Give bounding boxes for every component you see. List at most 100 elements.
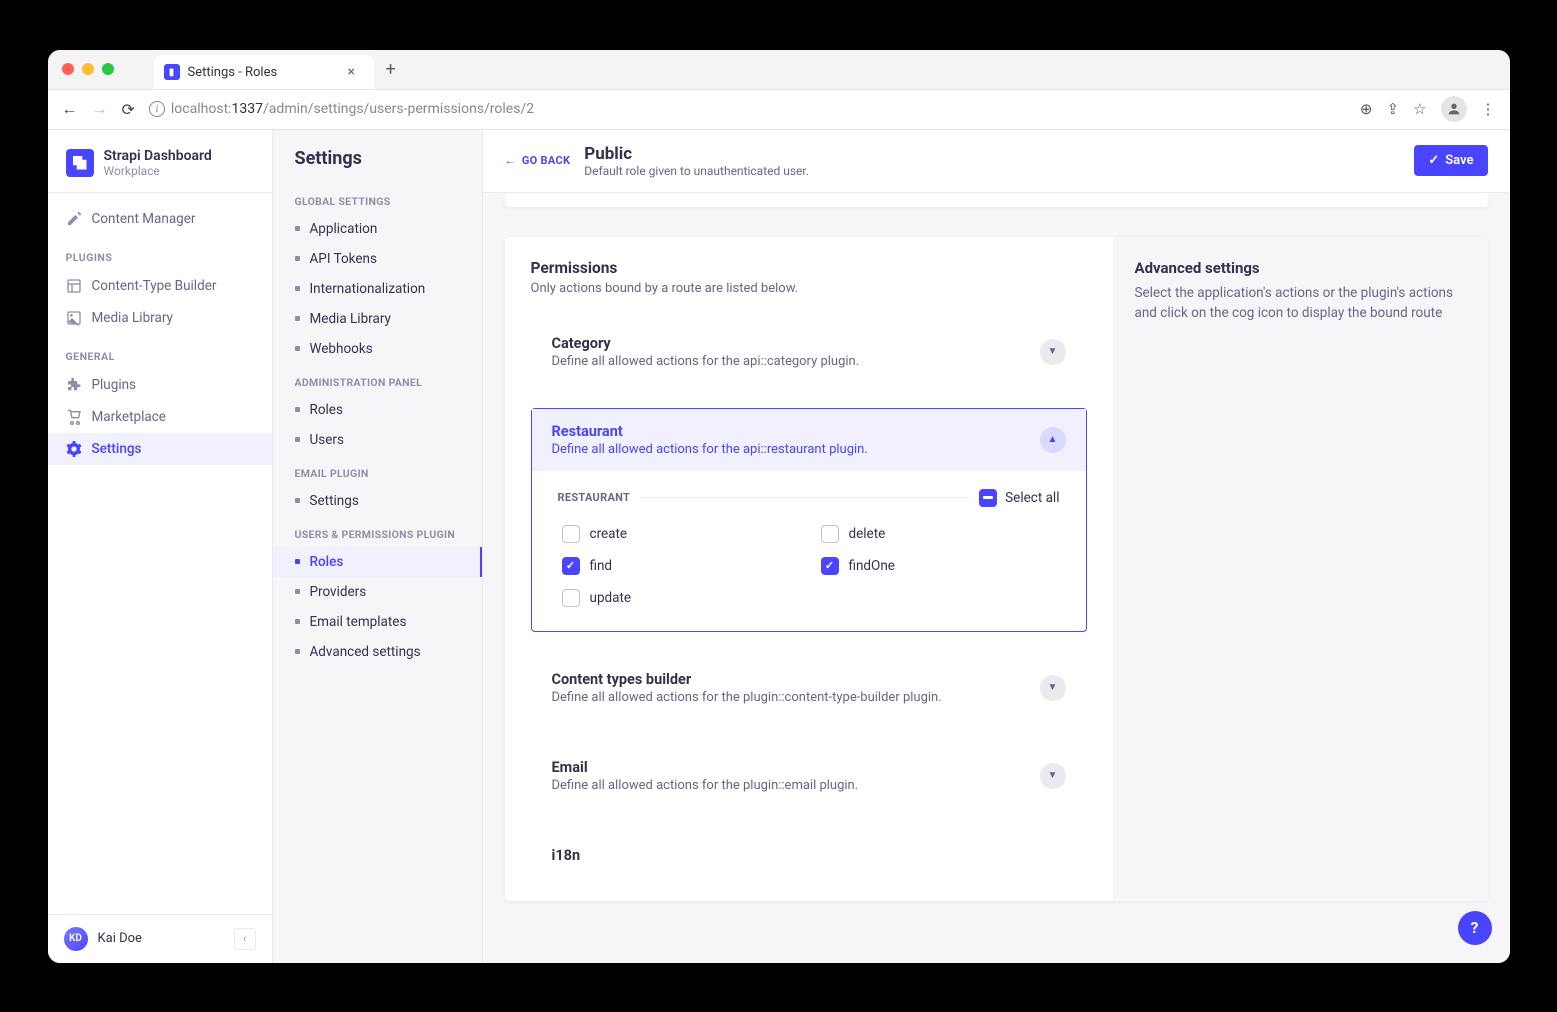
settings-title: Settings: [273, 148, 482, 183]
chevron-down-icon: ▼: [1040, 763, 1066, 789]
sidebar-item-content-type-builder[interactable]: Content-Type Builder: [48, 270, 272, 302]
sidebar-item-content-manager[interactable]: Content Manager: [48, 203, 272, 235]
go-back-button[interactable]: ← GO BACK: [505, 154, 571, 167]
save-button[interactable]: ✓ Save: [1414, 145, 1487, 176]
cart-icon: [66, 409, 82, 425]
reload-button[interactable]: ⟳: [122, 100, 135, 119]
settings-item-application[interactable]: Application: [273, 214, 482, 244]
chevron-up-icon: ▲: [1040, 427, 1066, 453]
checkbox-checked-icon: [821, 557, 839, 575]
page-title: Public: [584, 144, 1400, 164]
url-field[interactable]: i localhost:1337/admin/settings/users-pe…: [149, 101, 1346, 117]
settings-item-api-tokens[interactable]: API Tokens: [273, 244, 482, 274]
permissions-subtitle: Only actions bound by a route are listed…: [531, 281, 1087, 296]
advanced-subtitle: Select the application's actions or the …: [1135, 283, 1466, 324]
checkbox-icon: [562, 589, 580, 607]
group-global-settings: GLOBAL SETTINGS: [273, 183, 482, 214]
settings-item-admin-roles[interactable]: Roles: [273, 395, 482, 425]
select-all-checkbox[interactable]: Select all: [979, 489, 1059, 507]
dashboard-title: Strapi Dashboard: [104, 148, 212, 164]
gear-icon: [66, 441, 82, 457]
sidebar-group-plugins: PLUGINS: [48, 235, 272, 270]
help-button[interactable]: ?: [1458, 911, 1492, 945]
accordion-i18n: i18n: [531, 832, 1087, 879]
settings-item-email-settings[interactable]: Settings: [273, 486, 482, 516]
permissions-title: Permissions: [531, 259, 1087, 277]
arrow-left-icon: ←: [505, 154, 516, 167]
sidebar-item-plugins[interactable]: Plugins: [48, 369, 272, 401]
image-icon: [66, 310, 82, 326]
group-email-plugin: EMAIL PLUGIN: [273, 455, 482, 486]
pencil-icon: [66, 211, 82, 227]
page-subtitle: Default role given to unauthenticated us…: [584, 164, 1400, 178]
address-bar: ← → ⟳ i localhost:1337/admin/settings/us…: [48, 90, 1510, 130]
zoom-icon[interactable]: ⊕: [1360, 100, 1373, 118]
share-icon[interactable]: ⇪: [1386, 100, 1399, 118]
sidebar-footer: KD Kai Doe ‹: [48, 914, 272, 963]
checkbox-checked-icon: [562, 557, 580, 575]
sidebar-item-media-library[interactable]: Media Library: [48, 302, 272, 334]
settings-item-webhooks[interactable]: Webhooks: [273, 334, 482, 364]
tab-close-icon[interactable]: ×: [348, 64, 362, 80]
layout-icon: [66, 278, 82, 294]
sidebar-item-settings[interactable]: Settings: [48, 433, 272, 465]
user-name: Kai Doe: [98, 931, 224, 946]
accordion-body-restaurant: RESTAURANT Select all create: [532, 471, 1086, 631]
accordion-restaurant: Restaurant Define all allowed actions fo…: [531, 408, 1087, 632]
strapi-favicon-icon: ▮: [164, 64, 180, 80]
chevron-down-icon: ▼: [1040, 675, 1066, 701]
sidebar-header: Strapi Dashboard Workplace: [48, 130, 272, 193]
permission-findone[interactable]: findOne: [821, 557, 1060, 575]
advanced-title: Advanced settings: [1135, 259, 1466, 277]
accordion-header-restaurant[interactable]: Restaurant Define all allowed actions fo…: [532, 409, 1086, 471]
titlebar: ▮ Settings - Roles × +: [48, 50, 1510, 90]
permissions-card: Permissions Only actions bound by a rout…: [505, 237, 1488, 901]
settings-item-media-library[interactable]: Media Library: [273, 304, 482, 334]
accordion-header-email[interactable]: Email Define all allowed actions for the…: [532, 745, 1086, 807]
accordion-content-types-builder: Content types builder Define all allowed…: [531, 656, 1087, 720]
settings-sidebar: Settings GLOBAL SETTINGS Application API…: [273, 130, 483, 963]
browser-tab[interactable]: ▮ Settings - Roles ×: [154, 55, 374, 89]
puzzle-icon: [66, 377, 82, 393]
settings-item-users[interactable]: Users: [273, 425, 482, 455]
back-button[interactable]: ←: [62, 99, 78, 119]
chevron-down-icon: ▼: [1040, 339, 1066, 365]
forward-button[interactable]: →: [92, 99, 108, 119]
accordion-header-category[interactable]: Category Define all allowed actions for …: [532, 321, 1086, 383]
permission-create[interactable]: create: [562, 525, 801, 543]
settings-item-advanced-settings[interactable]: Advanced settings: [273, 637, 482, 667]
main-sidebar: Strapi Dashboard Workplace Content Manag…: [48, 130, 273, 963]
accordion-header-ctb[interactable]: Content types builder Define all allowed…: [532, 657, 1086, 719]
dashboard-subtitle: Workplace: [104, 164, 212, 178]
bookmark-icon[interactable]: ☆: [1413, 100, 1426, 118]
window-minimize-icon[interactable]: [82, 63, 94, 75]
advanced-settings-panel: Advanced settings Select the application…: [1113, 237, 1488, 901]
tab-title: Settings - Roles: [188, 65, 340, 80]
permission-find[interactable]: find: [562, 557, 801, 575]
user-avatar-icon[interactable]: KD: [64, 927, 88, 951]
check-icon: ✓: [1428, 153, 1439, 168]
form-card-stub: [505, 193, 1488, 207]
profile-icon[interactable]: [1441, 96, 1467, 122]
window-maximize-icon[interactable]: [102, 63, 114, 75]
sidebar-group-general: GENERAL: [48, 334, 272, 369]
permission-update[interactable]: update: [562, 589, 801, 607]
group-users-permissions: USERS & PERMISSIONS PLUGIN: [273, 516, 482, 547]
settings-item-providers[interactable]: Providers: [273, 577, 482, 607]
checkbox-icon: [821, 525, 839, 543]
settings-item-email-templates[interactable]: Email templates: [273, 607, 482, 637]
collapse-sidebar-button[interactable]: ‹: [234, 928, 256, 950]
sidebar-item-marketplace[interactable]: Marketplace: [48, 401, 272, 433]
accordion-email: Email Define all allowed actions for the…: [531, 744, 1087, 808]
page-header: ← GO BACK Public Default role given to u…: [483, 130, 1510, 193]
window-close-icon[interactable]: [62, 63, 74, 75]
accordion-category: Category Define all allowed actions for …: [531, 320, 1087, 384]
site-info-icon[interactable]: i: [149, 101, 165, 117]
menu-icon[interactable]: ⋮: [1481, 100, 1496, 118]
accordion-header-i18n[interactable]: i18n: [532, 833, 1086, 878]
permission-delete[interactable]: delete: [821, 525, 1060, 543]
settings-item-internationalization[interactable]: Internationalization: [273, 274, 482, 304]
new-tab-button[interactable]: +: [386, 59, 396, 80]
settings-item-roles[interactable]: Roles: [273, 547, 482, 577]
strapi-logo-icon: [66, 149, 94, 177]
